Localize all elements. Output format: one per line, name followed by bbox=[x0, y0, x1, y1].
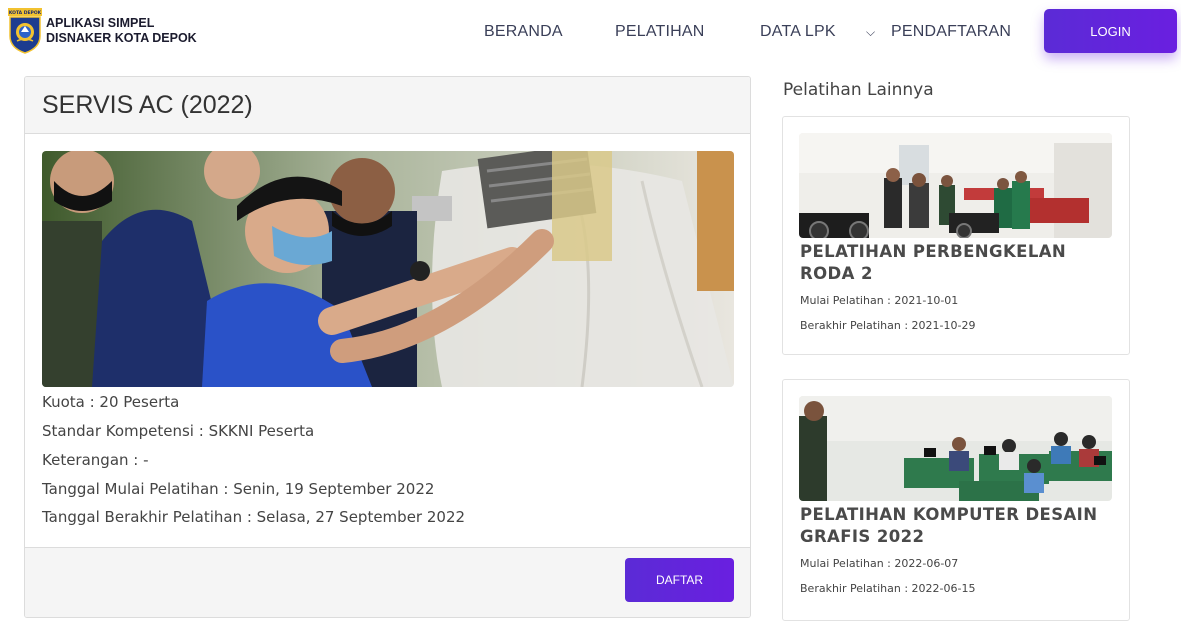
login-button[interactable]: LOGIN bbox=[1044, 9, 1177, 53]
brand-line-1: APLIKASI SIMPEL bbox=[46, 16, 155, 30]
other-training-title[interactable]: PELATIHAN PERBENGKELAN RODA 2 bbox=[800, 241, 1120, 285]
kota-depok-logo: KOTA DEPOK bbox=[8, 8, 42, 54]
other-training-end: Berakhir Pelatihan : 2021-10-29 bbox=[800, 319, 976, 332]
keterangan-text: Keterangan : - bbox=[42, 451, 149, 469]
other-training-start: Mulai Pelatihan : 2022-06-07 bbox=[800, 557, 959, 570]
navbar: KOTA DEPOK APLIKASI SIMPEL DISNAKER KOTA… bbox=[0, 0, 1181, 62]
tanggal-berakhir-text: Tanggal Berakhir Pelatihan : Selasa, 27 … bbox=[42, 508, 466, 526]
svg-text:KOTA DEPOK: KOTA DEPOK bbox=[9, 10, 42, 16]
tanggal-mulai-text: Tanggal Mulai Pelatihan : Senin, 19 Sept… bbox=[42, 480, 435, 498]
card-header: SERVIS AC (2022) bbox=[25, 77, 750, 134]
sidebar-heading: Pelatihan Lainnya bbox=[783, 80, 934, 100]
training-thumbnail[interactable] bbox=[799, 133, 1112, 238]
other-training-card[interactable]: PELATIHAN KOMPUTER DESAIN GRAFIS 2022 Mu… bbox=[782, 379, 1130, 621]
other-training-start: Mulai Pelatihan : 2021-10-01 bbox=[800, 294, 959, 307]
nav-data-lpk[interactable]: DATA LPK bbox=[760, 23, 836, 41]
brand[interactable]: KOTA DEPOK APLIKASI SIMPEL DISNAKER KOTA… bbox=[8, 8, 197, 54]
training-detail-card: SERVIS AC (2022) Kuota: 20 Peserta Stan… bbox=[24, 76, 751, 618]
kuota-text: Kuota : 20 Peserta bbox=[42, 393, 180, 411]
daftar-button[interactable]: DAFTAR bbox=[625, 558, 734, 602]
training-title: SERVIS AC (2022) bbox=[42, 91, 253, 119]
nav-pendaftaran[interactable]: PENDAFTARAN bbox=[891, 23, 1011, 41]
other-training-end: Berakhir Pelatihan : 2022-06-15 bbox=[800, 582, 976, 595]
card-footer: DAFTAR bbox=[25, 547, 750, 617]
other-training-title[interactable]: PELATIHAN KOMPUTER DESAIN GRAFIS 2022 bbox=[800, 504, 1120, 548]
training-thumbnail[interactable] bbox=[799, 396, 1112, 501]
brand-line-2: DISNAKER KOTA DEPOK bbox=[46, 31, 197, 45]
nav-pelatihan[interactable]: PELATIHAN bbox=[615, 23, 705, 41]
nav-beranda[interactable]: BERANDA bbox=[484, 23, 563, 41]
standar-kompetensi-text: Standar Kompetensi : SKKNI Peserta bbox=[42, 422, 315, 440]
other-training-card[interactable]: PELATIHAN PERBENGKELAN RODA 2 Mulai Pela… bbox=[782, 116, 1130, 355]
chevron-down-icon[interactable]: ⌵ bbox=[866, 25, 875, 40]
training-photo bbox=[42, 151, 734, 387]
